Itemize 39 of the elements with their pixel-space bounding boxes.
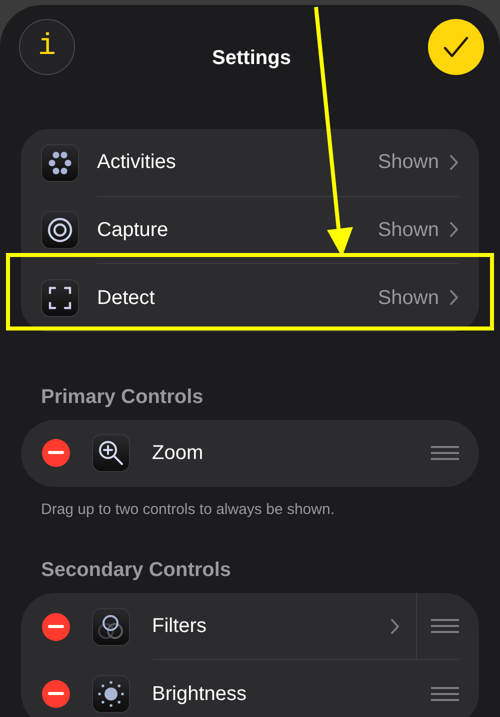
control-row[interactable]: Zoom [152, 420, 459, 486]
sun-icon [97, 680, 125, 708]
settings-row[interactable]: Detect Shown [97, 264, 459, 332]
info-button[interactable]: i [19, 19, 75, 75]
chevron-icon [449, 289, 459, 306]
row-label: Activities [97, 150, 176, 176]
drag-handle-icon[interactable] [431, 618, 459, 634]
chevron-icon [449, 221, 459, 238]
control-label: Brightness [152, 682, 246, 706]
section-header: Secondary Controls [40, 558, 232, 583]
row-value: Shown [378, 218, 439, 243]
window-title: Settings [212, 46, 291, 71]
remove-button[interactable] [42, 439, 70, 467]
row-label: Capture [97, 218, 168, 243]
row-value: Shown [378, 150, 439, 176]
zoom-icon [98, 440, 124, 466]
drag-handle-icon[interactable] [431, 445, 459, 461]
control-label: Zoom [152, 441, 204, 466]
minus-icon [48, 451, 64, 455]
target-icon [47, 217, 73, 244]
remove-button[interactable] [42, 612, 70, 640]
checkmark-icon [443, 36, 469, 58]
minus-icon [48, 692, 64, 696]
remove-button[interactable] [42, 680, 70, 708]
section-header: Primary Controls [40, 384, 204, 410]
row-value: Shown [378, 286, 439, 311]
frame-icon [48, 286, 72, 310]
footnote: Drag up to two controls to always be shown. [40, 500, 336, 520]
control-label: Filters [152, 614, 206, 639]
control-row[interactable]: Filters [152, 593, 459, 660]
control-row[interactable]: Brightness [152, 660, 459, 717]
minus-icon [48, 624, 64, 628]
settings-row[interactable]: Activities Shown [97, 129, 459, 196]
chevron-icon [449, 154, 459, 171]
drag-handle-icon[interactable] [431, 686, 459, 702]
filters-icon [97, 612, 125, 640]
chevron-icon [390, 618, 400, 634]
row-label: Detect [97, 286, 155, 311]
dots-icon [48, 150, 72, 175]
